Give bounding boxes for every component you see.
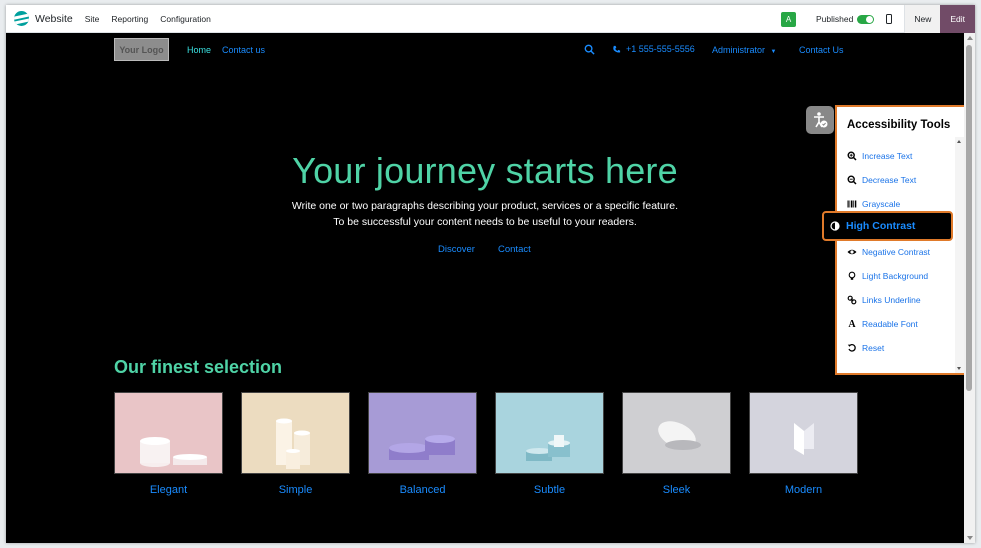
scroll-up-icon[interactable] [967, 36, 973, 40]
product-card[interactable]: Subtle [495, 392, 604, 496]
panel-scrollbar[interactable] [955, 137, 964, 373]
website-app-icon[interactable] [14, 11, 29, 26]
menu-reporting[interactable]: Reporting [111, 14, 148, 24]
discover-button[interactable]: Discover [438, 244, 475, 255]
increase-text-option[interactable]: Increase Text [847, 151, 912, 161]
accessibility-icon [814, 112, 828, 128]
light-background-option[interactable]: Light Background [847, 271, 928, 281]
product-card[interactable]: Modern [749, 392, 858, 496]
grayscale-label: Grayscale [862, 199, 901, 209]
accessibility-panel-title: Accessibility Tools [847, 119, 951, 131]
negative-contrast-label: Negative Contrast [862, 247, 931, 257]
light-background-label: Light Background [862, 271, 929, 281]
accessibility-toggle-button[interactable] [806, 106, 834, 134]
browser-frame: Website Site Reporting Configuration A P… [6, 5, 975, 543]
product-image[interactable] [241, 392, 350, 474]
readable-font-option[interactable]: A Readable Font [847, 318, 918, 330]
increase-text-label: Increase Text [862, 151, 913, 161]
search-icon[interactable] [584, 44, 595, 55]
reset-option[interactable]: Reset [847, 343, 884, 353]
product-image[interactable] [749, 392, 858, 474]
high-contrast-option[interactable]: High Contrast [822, 211, 953, 241]
decrease-text-option[interactable]: Decrease Text [847, 175, 916, 185]
hero-text-line2: To be successful your content needs to b… [333, 216, 637, 228]
reset-label: Reset [862, 343, 885, 353]
product-label[interactable]: Subtle [495, 484, 604, 496]
nav-contact-link[interactable]: Contact us [222, 45, 265, 55]
lightbulb-icon [848, 271, 856, 280]
contact-us-cta[interactable]: Contact Us [799, 45, 844, 55]
product-label[interactable]: Elegant [114, 484, 223, 496]
zoom-in-icon [847, 151, 857, 161]
published-label: Published [815, 14, 854, 24]
scrollbar-thumb[interactable] [966, 45, 972, 391]
scroll-up-icon[interactable] [957, 140, 961, 143]
product-card[interactable]: Simple [241, 392, 350, 496]
grayscale-option[interactable]: Grayscale [847, 199, 900, 209]
readable-font-label: Readable Font [862, 319, 918, 329]
app-title[interactable]: Website [35, 13, 73, 25]
product-label[interactable]: Modern [749, 484, 858, 496]
menu-site[interactable]: Site [85, 14, 100, 24]
user-avatar[interactable]: A [780, 11, 796, 27]
decrease-text-label: Decrease Text [862, 175, 917, 185]
user-menu-label: Administrator [712, 45, 766, 55]
links-underline-option[interactable]: Links Underline [847, 295, 921, 305]
font-icon: A [848, 318, 856, 330]
menu-configuration[interactable]: Configuration [160, 14, 211, 24]
page-scrollbar[interactable] [964, 33, 975, 543]
contact-button[interactable]: Contact [498, 244, 531, 255]
contrast-icon [830, 221, 840, 231]
phone-icon [613, 45, 621, 53]
high-contrast-label: High Contrast [846, 220, 916, 232]
user-menu[interactable]: Administrator ▼ [712, 45, 776, 55]
hero-title: Your journey starts here [292, 150, 678, 191]
product-label[interactable]: Sleek [622, 484, 731, 496]
product-label[interactable]: Simple [241, 484, 350, 496]
new-button[interactable]: New [904, 5, 941, 33]
hero-text-line1: Write one or two paragraphs describing y… [291, 200, 679, 212]
website-canvas: Your Logo Home Contact us +1 555-555-555… [6, 33, 966, 543]
admin-topbar: Website Site Reporting Configuration A P… [6, 5, 975, 33]
product-image[interactable] [495, 392, 604, 474]
reset-icon [847, 343, 856, 352]
mobile-preview-icon[interactable] [886, 14, 893, 24]
selection-title: Our finest selection [114, 357, 283, 377]
product-card[interactable]: Elegant [114, 392, 223, 496]
site-logo[interactable]: Your Logo [114, 38, 169, 61]
product-label[interactable]: Balanced [368, 484, 477, 496]
eye-icon [847, 249, 857, 255]
barcode-icon [847, 200, 857, 208]
phone-number: +1 555-555-5556 [626, 44, 695, 54]
scroll-down-icon[interactable] [967, 536, 973, 540]
product-image[interactable] [114, 392, 223, 474]
product-card[interactable]: Sleek [622, 392, 731, 496]
negative-contrast-option[interactable]: Negative Contrast [847, 247, 930, 257]
edit-button[interactable]: Edit [940, 5, 975, 33]
product-card[interactable]: Balanced [368, 392, 477, 496]
product-image[interactable] [368, 392, 477, 474]
published-toggle[interactable]: Published [815, 14, 875, 24]
caret-down-icon: ▼ [770, 49, 777, 55]
scroll-down-icon[interactable] [957, 367, 961, 370]
nav-phone[interactable]: +1 555-555-5556 [612, 44, 695, 54]
published-switch[interactable] [857, 14, 875, 24]
zoom-out-icon [847, 175, 857, 185]
nav-home-link[interactable]: Home [187, 45, 211, 55]
product-image[interactable] [622, 392, 731, 474]
links-underline-label: Links Underline [862, 295, 921, 305]
link-icon [847, 295, 857, 305]
